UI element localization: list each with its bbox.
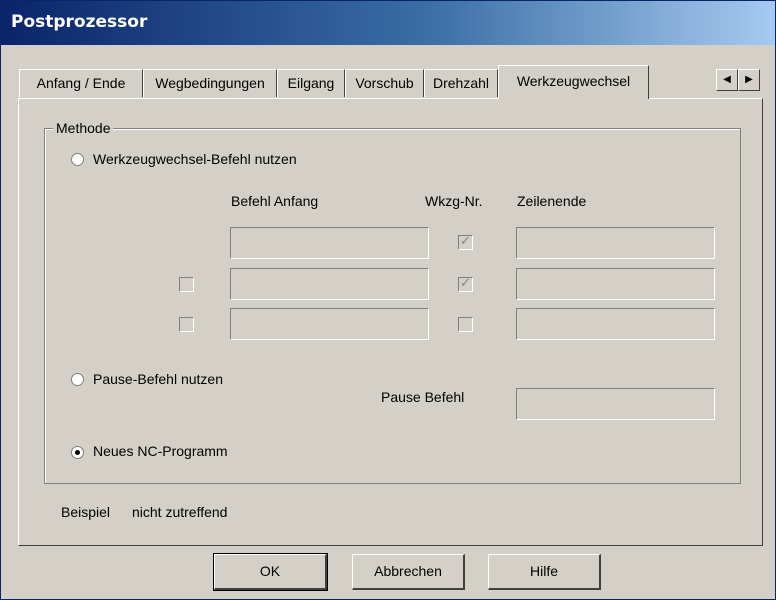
tab-vorschub[interactable]: Vorschub: [345, 69, 424, 97]
tab-strip: Anfang / Ende Wegbedingungen Eilgang Vor…: [19, 65, 771, 99]
tab-eilgang[interactable]: Eilgang: [277, 69, 345, 97]
tab-scroll-left-icon[interactable]: ◀: [716, 69, 738, 91]
tab-panel: [18, 98, 763, 546]
title-bar[interactable]: Postprozessor: [1, 1, 775, 45]
window-title: Postprozessor: [11, 12, 148, 32]
tab-anfang-ende[interactable]: Anfang / Ende: [19, 69, 143, 97]
ok-button[interactable]: OK: [213, 553, 328, 591]
dialog-window: Postprozessor Anfang / Ende Wegbedingung…: [0, 0, 776, 600]
tab-scroll-right-icon[interactable]: ▶: [738, 69, 760, 91]
help-button[interactable]: Hilfe: [488, 554, 601, 590]
tab-werkzeugwechsel[interactable]: Werkzeugwechsel: [498, 65, 649, 99]
cancel-button[interactable]: Abbrechen: [352, 554, 465, 590]
tab-wegbedingungen[interactable]: Wegbedingungen: [143, 69, 277, 97]
tab-drehzahl[interactable]: Drehzahl: [424, 69, 498, 97]
